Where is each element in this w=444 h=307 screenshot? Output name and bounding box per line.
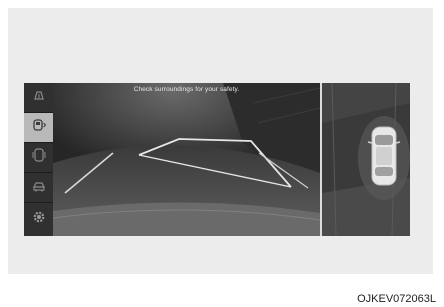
rear-camera-view: Check surroundings for your safety. <box>53 83 320 236</box>
sidebar-item-surround-view[interactable] <box>24 173 53 203</box>
figure-code-label: OJKEV072063L <box>357 293 436 305</box>
sidebar-item-side-view[interactable] <box>24 143 53 173</box>
parking-guidance-icon <box>31 87 47 108</box>
surround-top-view <box>322 83 410 236</box>
rear-camera-view-icon <box>31 117 47 138</box>
rear-camera-image <box>53 83 320 236</box>
safety-warning-text: Check surroundings for your safety. <box>133 86 240 93</box>
vehicle-top-icon <box>367 126 401 186</box>
sidebar-item-rear-camera-view[interactable] <box>24 113 53 143</box>
camera-display-screen: Check surroundings for your safety. <box>24 83 410 236</box>
surround-view-icon <box>31 177 47 198</box>
side-view-icon <box>31 147 47 168</box>
view-mode-sidebar <box>24 83 54 236</box>
sidebar-item-parking-guidance[interactable] <box>24 83 53 113</box>
top-view-image <box>322 83 410 236</box>
settings-gear-icon <box>31 209 47 230</box>
sidebar-item-settings[interactable] <box>24 203 53 236</box>
